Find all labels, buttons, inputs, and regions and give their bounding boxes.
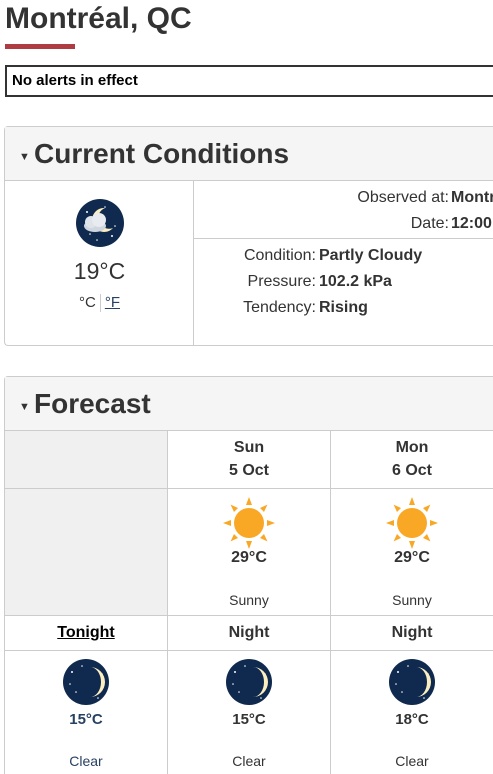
- unit-toggle: °C °F: [5, 294, 194, 313]
- forecast-empty-cell: [5, 489, 168, 616]
- alert-text: No alerts in effect: [12, 72, 138, 89]
- title-underline: [5, 44, 75, 49]
- current-summary: 19°C °C °F: [5, 181, 194, 345]
- sun-icon: [386, 497, 438, 554]
- moon-icon: [388, 658, 436, 711]
- current-conditions-heading: Current Conditions: [34, 138, 290, 169]
- day-header: Sun 5 Oct: [168, 431, 331, 489]
- current-temperature: 19°C: [73, 258, 126, 284]
- observed-value: Montr: [451, 189, 493, 206]
- forecast-heading: Forecast: [34, 388, 151, 419]
- day-header: Mon 6 Oct: [331, 431, 493, 489]
- moon-icon: [225, 658, 273, 711]
- date-label: Date:: [410, 215, 449, 232]
- night-low-temp: 18°C: [395, 711, 429, 728]
- day-name: Mon: [395, 439, 429, 456]
- alert-box: No alerts in effect: [5, 65, 493, 97]
- tonight-condition: Clear: [69, 753, 103, 769]
- night-header: Night: [168, 616, 331, 651]
- tonight-low-temp: 15°C: [69, 711, 103, 728]
- moon-icon: [62, 658, 110, 711]
- tendency-label: Tendency:: [243, 299, 316, 316]
- observation-block: Observed at: Montr Date: 12:00: [194, 181, 493, 239]
- date-value: 12:00: [451, 215, 492, 232]
- night-low-temp: 15°C: [232, 711, 266, 728]
- night-label: Night: [228, 624, 270, 641]
- day-name: Sun: [233, 439, 265, 456]
- tonight-forecast-cell: 15°C Clear: [5, 651, 168, 774]
- tonight-link[interactable]: Tonight: [5, 624, 167, 642]
- condition-label: Condition:: [243, 247, 316, 264]
- tendency-value: Rising: [319, 299, 368, 316]
- forecast-empty-cell: [5, 431, 168, 489]
- day-condition: Sunny: [229, 592, 269, 608]
- tonight-header: Tonight: [5, 616, 168, 651]
- night-condition: Clear: [395, 753, 429, 769]
- fahrenheit-link[interactable]: °F: [105, 294, 120, 311]
- day-date: 5 Oct: [228, 462, 269, 479]
- day-forecast-cell: 29°C Sunny: [168, 489, 331, 616]
- caret-down-icon: ▼: [19, 401, 30, 413]
- pressure-value: 102.2 kPa: [319, 273, 392, 290]
- current-conditions-header[interactable]: ▼ Current Conditions: [5, 127, 493, 181]
- unit-separator: [99, 294, 101, 313]
- caret-down-icon: ▼: [19, 151, 30, 163]
- sun-icon: [223, 497, 275, 554]
- night-partly-cloudy-icon: [75, 198, 125, 253]
- day-condition: Sunny: [392, 592, 432, 608]
- pressure-label: Pressure:: [247, 273, 316, 290]
- current-details: Observed at: Montr Date: 12:00 Condition…: [194, 181, 493, 345]
- day-high-temp: 29°C: [231, 549, 267, 566]
- day-forecast-cell: 29°C Sunny: [331, 489, 493, 616]
- forecast-header[interactable]: ▼ Forecast: [5, 377, 493, 431]
- celsius-unit: °C: [78, 294, 96, 311]
- day-date: 6 Oct: [391, 462, 432, 479]
- day-high-temp: 29°C: [394, 549, 430, 566]
- current-conditions-panel: ▼ Current Conditions 19°C °C °F Observed …: [4, 126, 493, 346]
- night-forecast-cell: 18°C Clear: [331, 651, 493, 774]
- night-forecast-cell: 15°C Clear: [168, 651, 331, 774]
- page-title: Montréal, QC: [5, 2, 192, 35]
- night-label: Night: [391, 624, 433, 641]
- condition-value: Partly Cloudy: [319, 247, 423, 264]
- night-header: Night: [331, 616, 493, 651]
- forecast-panel: ▼ Forecast Sun 5 Oct Mon 6 Oct 29°C Sunn…: [4, 376, 493, 774]
- night-condition: Clear: [232, 753, 266, 769]
- observed-label: Observed at:: [357, 189, 449, 206]
